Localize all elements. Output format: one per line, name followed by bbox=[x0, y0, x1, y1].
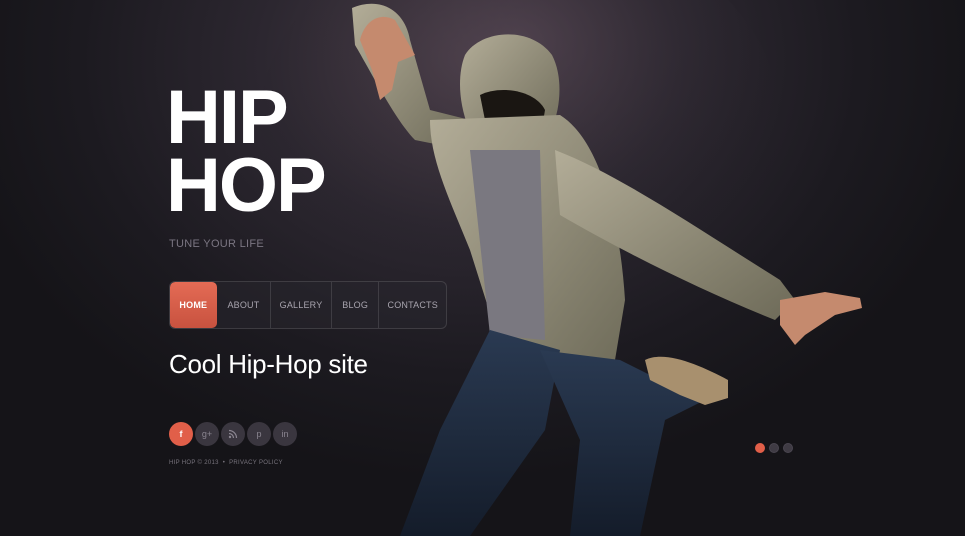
nav-item-contacts[interactable]: CONTACTS bbox=[379, 282, 446, 328]
hero-dancer-image bbox=[260, 0, 862, 536]
footer: HIP HOP © 2013 • PRIVACY POLICY bbox=[169, 460, 283, 466]
page: HIP HOP TUNE YOUR LIFE HOME ABOUT GALLER… bbox=[0, 0, 965, 536]
nav-item-gallery[interactable]: GALLERY bbox=[271, 282, 332, 328]
slider-dot-2[interactable] bbox=[769, 443, 779, 453]
main-nav: HOME ABOUT GALLERY BLOG CONTACTS bbox=[169, 281, 447, 329]
privacy-policy-link[interactable]: PRIVACY POLICY bbox=[229, 460, 283, 466]
slider-pager bbox=[755, 443, 793, 453]
nav-item-blog[interactable]: BLOG bbox=[332, 282, 380, 328]
google-plus-icon[interactable]: g+ bbox=[195, 422, 219, 446]
site-tagline: TUNE YOUR LIFE bbox=[169, 238, 265, 250]
facebook-icon[interactable]: f bbox=[169, 422, 193, 446]
site-logo[interactable]: HIP HOP bbox=[166, 75, 327, 228]
nav-item-about[interactable]: ABOUT bbox=[217, 282, 272, 328]
logo-line-2: HOP bbox=[166, 143, 327, 228]
slider-dot-3[interactable] bbox=[783, 443, 793, 453]
footer-separator: • bbox=[222, 460, 226, 466]
linkedin-icon[interactable]: in bbox=[273, 422, 297, 446]
hero-headline: Cool Hip-Hop site bbox=[169, 349, 368, 379]
rss-icon[interactable] bbox=[221, 422, 245, 446]
logo-line-1: HIP bbox=[166, 75, 289, 160]
nav-item-home[interactable]: HOME bbox=[170, 282, 217, 328]
footer-copyright: HIP HOP © 2013 bbox=[169, 460, 219, 466]
slider-dot-1[interactable] bbox=[755, 443, 765, 453]
social-links: f g+ p in bbox=[169, 422, 297, 446]
pinterest-icon[interactable]: p bbox=[247, 422, 271, 446]
